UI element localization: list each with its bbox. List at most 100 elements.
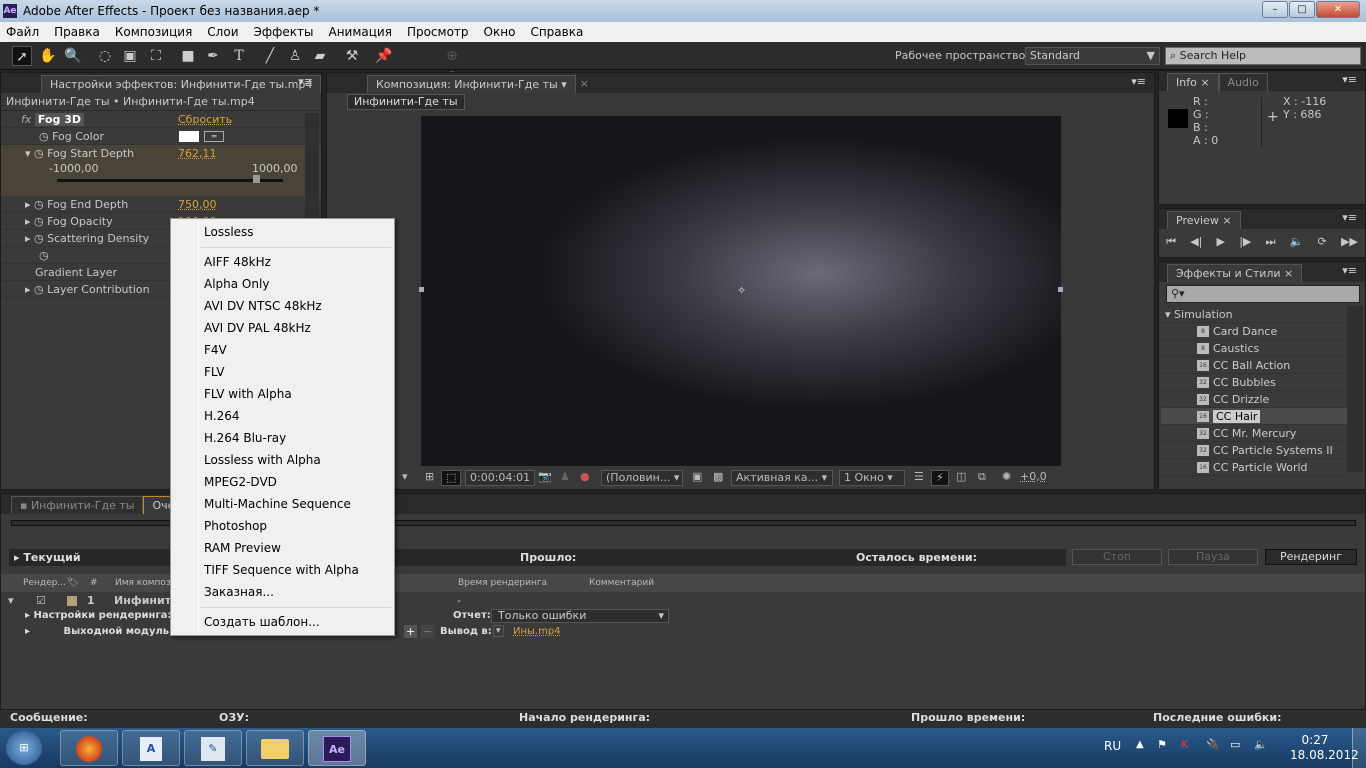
remove-output-module-button[interactable]: − xyxy=(421,625,435,638)
effect-item[interactable]: 16 CC Ball Action xyxy=(1161,357,1349,374)
views-dropdown[interactable]: 1 Окно ▾ xyxy=(839,470,905,486)
panel-menu-icon[interactable]: ▾≡ xyxy=(1342,264,1357,277)
fast-previews-icon[interactable]: ▣ xyxy=(688,470,706,486)
output-module-row[interactable]: ▸ Выходной модуль: xyxy=(25,626,173,637)
prop-value[interactable]: 750,00 xyxy=(178,196,217,213)
reset-link[interactable]: Сбросить xyxy=(178,111,232,128)
menu-item[interactable]: H.264 Blu-ray xyxy=(204,428,286,448)
ram-preview-icon[interactable]: ▶▶ xyxy=(1341,235,1358,249)
volume-icon[interactable]: 🔈 xyxy=(1254,738,1268,751)
timecode-display[interactable]: 0:00:04:01 xyxy=(465,470,536,486)
menu-item[interactable]: Photoshop xyxy=(204,516,267,536)
render-button[interactable]: Рендеринг xyxy=(1265,549,1357,565)
layer-handle[interactable] xyxy=(419,287,424,292)
taskbar-firefox[interactable] xyxy=(60,730,118,766)
start-button[interactable]: ⊞ xyxy=(6,731,42,765)
search-help-input[interactable]: ⌕ Search Help xyxy=(1165,47,1361,65)
menu-animation[interactable]: Анимация xyxy=(329,25,392,39)
depth-slider[interactable] xyxy=(57,175,283,183)
next-frame-icon[interactable]: |▶ xyxy=(1239,235,1251,249)
menu-item[interactable]: H.264 xyxy=(204,406,240,426)
col-render[interactable]: Рендер... xyxy=(23,574,66,592)
tab-audio[interactable]: Audio xyxy=(1218,73,1268,91)
menu-window[interactable]: Окно xyxy=(484,25,516,39)
exposure-icon[interactable]: ✺ xyxy=(998,470,1015,486)
previous-frame-icon[interactable]: ◀| xyxy=(1190,235,1202,249)
comp-flowchart-tab[interactable]: Инфинити-Где ты xyxy=(347,94,465,110)
panel-menu-icon[interactable]: ▾≡ xyxy=(298,75,313,88)
menu-edit[interactable]: Правка xyxy=(54,25,100,39)
menu-effects[interactable]: Эффекты xyxy=(254,25,314,39)
effect-item[interactable]: 8 Caustics xyxy=(1161,340,1349,357)
effect-item[interactable]: 32 CC Particle Systems II xyxy=(1161,442,1349,459)
taskbar-explorer[interactable] xyxy=(246,730,304,766)
minimize-button[interactable]: – xyxy=(1262,1,1288,18)
fast-draft-icon[interactable]: ⚡ xyxy=(931,470,949,486)
clock[interactable]: 0:27 18.08.2012 xyxy=(1290,733,1359,763)
menu-item[interactable]: AVI DV NTSC 48kHz xyxy=(204,296,322,316)
taskbar-word[interactable]: A xyxy=(122,730,180,766)
checkerboard-icon[interactable]: ▩ xyxy=(709,470,727,486)
label-color-swatch[interactable] xyxy=(67,596,77,606)
tab-preview[interactable]: Preview × xyxy=(1167,211,1241,229)
region-of-interest-icon[interactable]: ⊞ xyxy=(421,470,438,486)
pen-tool-icon[interactable]: ✒ xyxy=(203,46,223,66)
menu-item[interactable]: TIFF Sequence with Alpha xyxy=(204,560,359,580)
menu-item[interactable]: AVI DV PAL 48kHz xyxy=(204,318,311,338)
eyedropper-icon[interactable]: ═ xyxy=(204,131,224,142)
brush-tool-icon[interactable]: ╱ xyxy=(260,46,280,66)
close-button[interactable]: ✕ xyxy=(1316,1,1360,18)
last-frame-icon[interactable]: ⏭ xyxy=(1266,235,1276,249)
layer-handle[interactable] xyxy=(1058,287,1063,292)
menu-item[interactable]: Multi-Machine Sequence xyxy=(204,494,351,514)
play-icon[interactable]: ▶ xyxy=(1217,235,1225,249)
puppet-pin-tool-icon[interactable]: 📌 xyxy=(374,46,394,66)
transparency-grid-toggle[interactable]: ⬚ xyxy=(441,470,462,486)
rotate-tool-icon[interactable]: ◌ xyxy=(95,46,115,66)
audio-icon[interactable]: 🔈 xyxy=(1290,235,1304,249)
panel-menu-icon[interactable]: ▾≡ xyxy=(1131,75,1146,88)
effect-header[interactable]: fx Fog 3D Сбросить xyxy=(1,111,321,128)
effect-item[interactable]: 32 CC Mr. Mercury xyxy=(1161,425,1349,442)
menu-item[interactable]: Lossless xyxy=(204,222,254,242)
category-simulation[interactable]: ▾ Simulation xyxy=(1161,306,1349,323)
scrollbar[interactable] xyxy=(1347,306,1363,472)
menu-item[interactable]: Alpha Only xyxy=(204,274,269,294)
action-center-flag-icon[interactable]: ⚑ xyxy=(1157,738,1167,751)
menu-layer[interactable]: Слои xyxy=(207,25,238,39)
taskbar-paint[interactable]: ✎ xyxy=(184,730,242,766)
tab-composition-timeline[interactable]: ▪ Инфинити-Где ты xyxy=(11,496,144,514)
type-tool-icon[interactable]: T xyxy=(229,46,249,66)
channel-icon[interactable]: ● xyxy=(576,470,594,486)
render-checkbox[interactable]: ☑ xyxy=(36,593,46,609)
network-icon[interactable]: ▭ xyxy=(1230,738,1240,751)
menu-item[interactable]: Lossless with Alpha xyxy=(204,450,321,470)
panel-menu-icon[interactable]: ▾≡ xyxy=(1342,73,1357,86)
maximize-button[interactable]: □ xyxy=(1289,1,1315,18)
effect-item[interactable]: 16 CC Particle World xyxy=(1161,459,1349,476)
stop-button[interactable]: Стоп xyxy=(1072,549,1162,565)
col-render-time[interactable]: Время рендеринга xyxy=(458,574,547,592)
slider-thumb[interactable] xyxy=(253,175,261,183)
zoom-tool-icon[interactable]: 🔍 xyxy=(63,46,83,66)
menu-item[interactable]: FLV xyxy=(204,362,224,382)
expand-icon[interactable]: ▾ xyxy=(8,593,14,609)
prop-fog-end-depth[interactable]: ▸ ◷ Fog End Depth 750,00 xyxy=(1,196,321,213)
menu-view[interactable]: Просмотр xyxy=(407,25,469,39)
flowchart-icon[interactable]: ⧉ xyxy=(974,470,990,486)
first-frame-icon[interactable]: ⏮ xyxy=(1166,235,1176,249)
resolution-dropdown[interactable]: (Половин... ▾ xyxy=(601,470,683,486)
col-number[interactable]: # xyxy=(90,574,98,592)
hand-tool-icon[interactable]: ✋ xyxy=(38,46,58,66)
render-settings-row[interactable]: ▸ Настройки рендеринга: xyxy=(25,610,171,621)
effect-item[interactable]: 32 CC Bubbles xyxy=(1161,374,1349,391)
prop-value[interactable]: 762,11 xyxy=(178,145,217,162)
col-comment[interactable]: Комментарий xyxy=(589,574,654,592)
effect-item[interactable]: 16 CC Hair xyxy=(1161,408,1349,425)
menu-file[interactable]: Файл xyxy=(6,25,39,39)
rectangle-tool-icon[interactable]: ■ xyxy=(178,46,198,66)
selection-tool-icon[interactable]: ➚ xyxy=(12,46,32,66)
pause-button[interactable]: Пауза xyxy=(1168,549,1258,565)
timeline-icon[interactable]: ◫ xyxy=(952,470,970,486)
show-hidden-icons[interactable]: ▲ xyxy=(1136,739,1144,750)
